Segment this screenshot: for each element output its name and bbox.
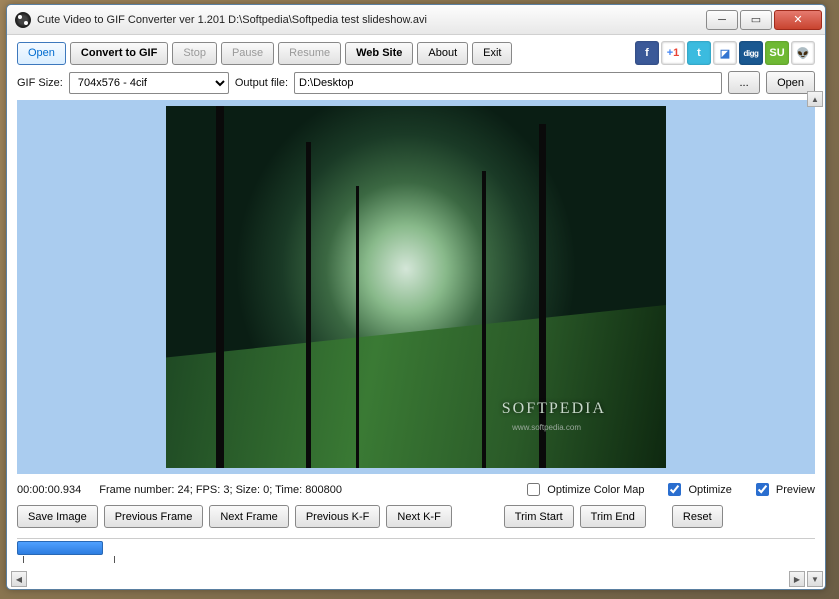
window-title: Cute Video to GIF Converter ver 1.201 D:… <box>37 14 706 26</box>
frame-info: Frame number: 24; FPS: 3; Size: 0; Time:… <box>99 484 342 496</box>
trim-start-button[interactable]: Trim Start <box>504 505 574 528</box>
next-keyframe-button[interactable]: Next K-F <box>386 505 451 528</box>
watermark-text: SOFTPEDIA <box>502 400 606 418</box>
twitter-icon[interactable]: t <box>687 41 711 65</box>
frame-controls: Save Image Previous Frame Next Frame Pre… <box>7 503 825 534</box>
facebook-icon[interactable]: f <box>635 41 659 65</box>
google-icon[interactable]: +1 <box>661 41 685 65</box>
app-icon <box>15 12 31 28</box>
content-area: Open Convert to GIF Stop Pause Resume We… <box>7 35 825 589</box>
minimize-button[interactable]: ─ <box>706 10 738 30</box>
website-button[interactable]: Web Site <box>345 42 413 65</box>
stop-button[interactable]: Stop <box>172 42 217 65</box>
trim-end-button[interactable]: Trim End <box>580 505 646 528</box>
slider-thumb[interactable] <box>17 541 103 555</box>
scroll-down-icon[interactable]: ▼ <box>807 571 823 587</box>
browse-button[interactable]: ... <box>728 71 760 94</box>
resume-button[interactable]: Resume <box>278 42 341 65</box>
window-controls: ─ ▭ ✕ <box>706 10 822 30</box>
preview-checkbox[interactable]: Preview <box>752 480 815 499</box>
options-row: GIF Size: 704x576 - 4cif Output file: ..… <box>7 69 825 100</box>
delicious-icon[interactable]: ◪ <box>713 41 737 65</box>
close-button[interactable]: ✕ <box>774 10 822 30</box>
previous-frame-button[interactable]: Previous Frame <box>104 505 204 528</box>
video-frame: SOFTPEDIA www.softpedia.com <box>166 106 666 468</box>
titlebar: Cute Video to GIF Converter ver 1.201 D:… <box>7 5 825 35</box>
preview-area: SOFTPEDIA www.softpedia.com <box>17 100 815 474</box>
exit-button[interactable]: Exit <box>472 42 512 65</box>
next-frame-button[interactable]: Next Frame <box>209 505 288 528</box>
about-button[interactable]: About <box>417 42 468 65</box>
watermark-url: www.softpedia.com <box>512 423 581 432</box>
digg-icon[interactable]: digg <box>739 41 763 65</box>
reddit-icon[interactable]: 👽 <box>791 41 815 65</box>
open-button[interactable]: Open <box>17 42 66 65</box>
convert-button[interactable]: Convert to GIF <box>70 42 168 65</box>
timeline-slider[interactable] <box>7 534 825 568</box>
stumbleupon-icon[interactable]: SU <box>765 41 789 65</box>
pause-button[interactable]: Pause <box>221 42 274 65</box>
output-file-input[interactable] <box>294 72 722 94</box>
output-file-label: Output file: <box>235 77 288 89</box>
optimize-colormap-checkbox[interactable]: Optimize Color Map <box>523 480 644 499</box>
scroll-left-icon[interactable]: ◀ <box>11 571 27 587</box>
social-icons: f +1 t ◪ digg SU 👽 <box>635 41 815 65</box>
maximize-button[interactable]: ▭ <box>740 10 772 30</box>
scroll-up-icon[interactable]: ▲ <box>807 91 823 107</box>
previous-keyframe-button[interactable]: Previous K-F <box>295 505 381 528</box>
save-image-button[interactable]: Save Image <box>17 505 98 528</box>
scroll-right-icon[interactable]: ▶ <box>789 571 805 587</box>
timecode: 00:00:00.934 <box>17 484 81 496</box>
gif-size-label: GIF Size: <box>17 77 63 89</box>
gif-size-select[interactable]: 704x576 - 4cif <box>69 72 229 94</box>
status-row: 00:00:00.934 Frame number: 24; FPS: 3; S… <box>7 474 825 503</box>
main-toolbar: Open Convert to GIF Stop Pause Resume We… <box>7 35 825 69</box>
optimize-checkbox[interactable]: Optimize <box>664 480 731 499</box>
reset-button[interactable]: Reset <box>672 505 723 528</box>
app-window: Cute Video to GIF Converter ver 1.201 D:… <box>6 4 826 590</box>
